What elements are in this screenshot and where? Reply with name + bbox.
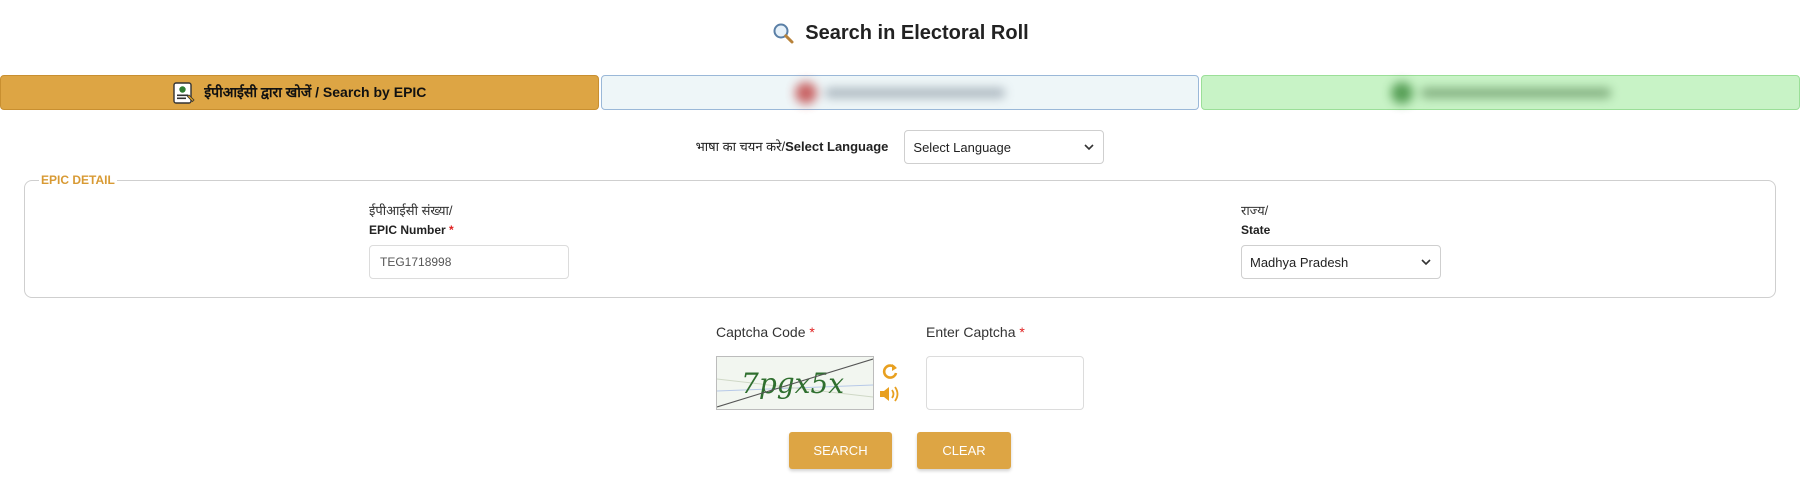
chevron-down-icon [1084,144,1094,151]
state-label: State [1241,223,1271,237]
language-label: भाषा का चयन करे/Select Language [695,139,889,154]
refresh-icon[interactable] [880,362,900,382]
blurred-tab-content [1390,81,1611,104]
epic-card-icon [173,81,195,104]
captcha-code-label: Captcha Code * [716,324,815,340]
state-select-value: Madhya Pradesh [1250,254,1349,270]
language-select-value: Select Language [913,139,1011,155]
page-header: Search in Electoral Roll [0,18,1800,48]
speaker-icon[interactable] [878,384,902,404]
search-button[interactable]: SEARCH [789,432,892,469]
tab-label: ईपीआईसी द्वारा खोजें / Search by EPIC [204,84,427,100]
language-row: भाषा का चयन करे/Select Language Select L… [0,130,1800,164]
state-select[interactable]: Madhya Pradesh [1241,245,1441,279]
tab-search-option-3[interactable] [1201,75,1800,110]
language-select[interactable]: Select Language [904,130,1105,164]
tab-search-by-epic[interactable]: ईपीआईसी द्वारा खोजें / Search by EPIC [0,75,599,110]
page-title: Search in Electoral Roll [805,21,1029,44]
state-label-hi: राज्य/ [1241,203,1269,218]
state-field: राज्य/ State Madhya Pradesh [1241,201,1441,279]
chevron-down-icon [1421,259,1431,266]
epic-number-input[interactable]: TEG1718998 [369,245,569,279]
search-icon [773,23,794,44]
blurred-tab-content [795,81,1005,104]
enter-captcha-label: Enter Captcha * [926,324,1025,340]
epic-detail-legend: EPIC DETAIL [39,173,117,187]
epic-number-label-hi: ईपीआईसी संख्या/ [369,203,453,218]
captcha-input[interactable] [926,356,1084,410]
captcha-image: 7pgx5x [716,356,874,410]
epic-detail-section: EPIC DETAIL ईपीआईसी संख्या/ EPIC Number … [24,173,1776,298]
search-tabs: ईपीआईसी द्वारा खोजें / Search by EPIC [0,75,1800,110]
clear-button[interactable]: CLEAR [917,432,1011,469]
tab-search-option-2[interactable] [600,75,1200,110]
epic-number-field: ईपीआईसी संख्या/ EPIC Number * TEG1718998 [369,201,569,279]
captcha-actions [878,362,906,406]
epic-number-label: EPIC Number * [369,223,454,237]
